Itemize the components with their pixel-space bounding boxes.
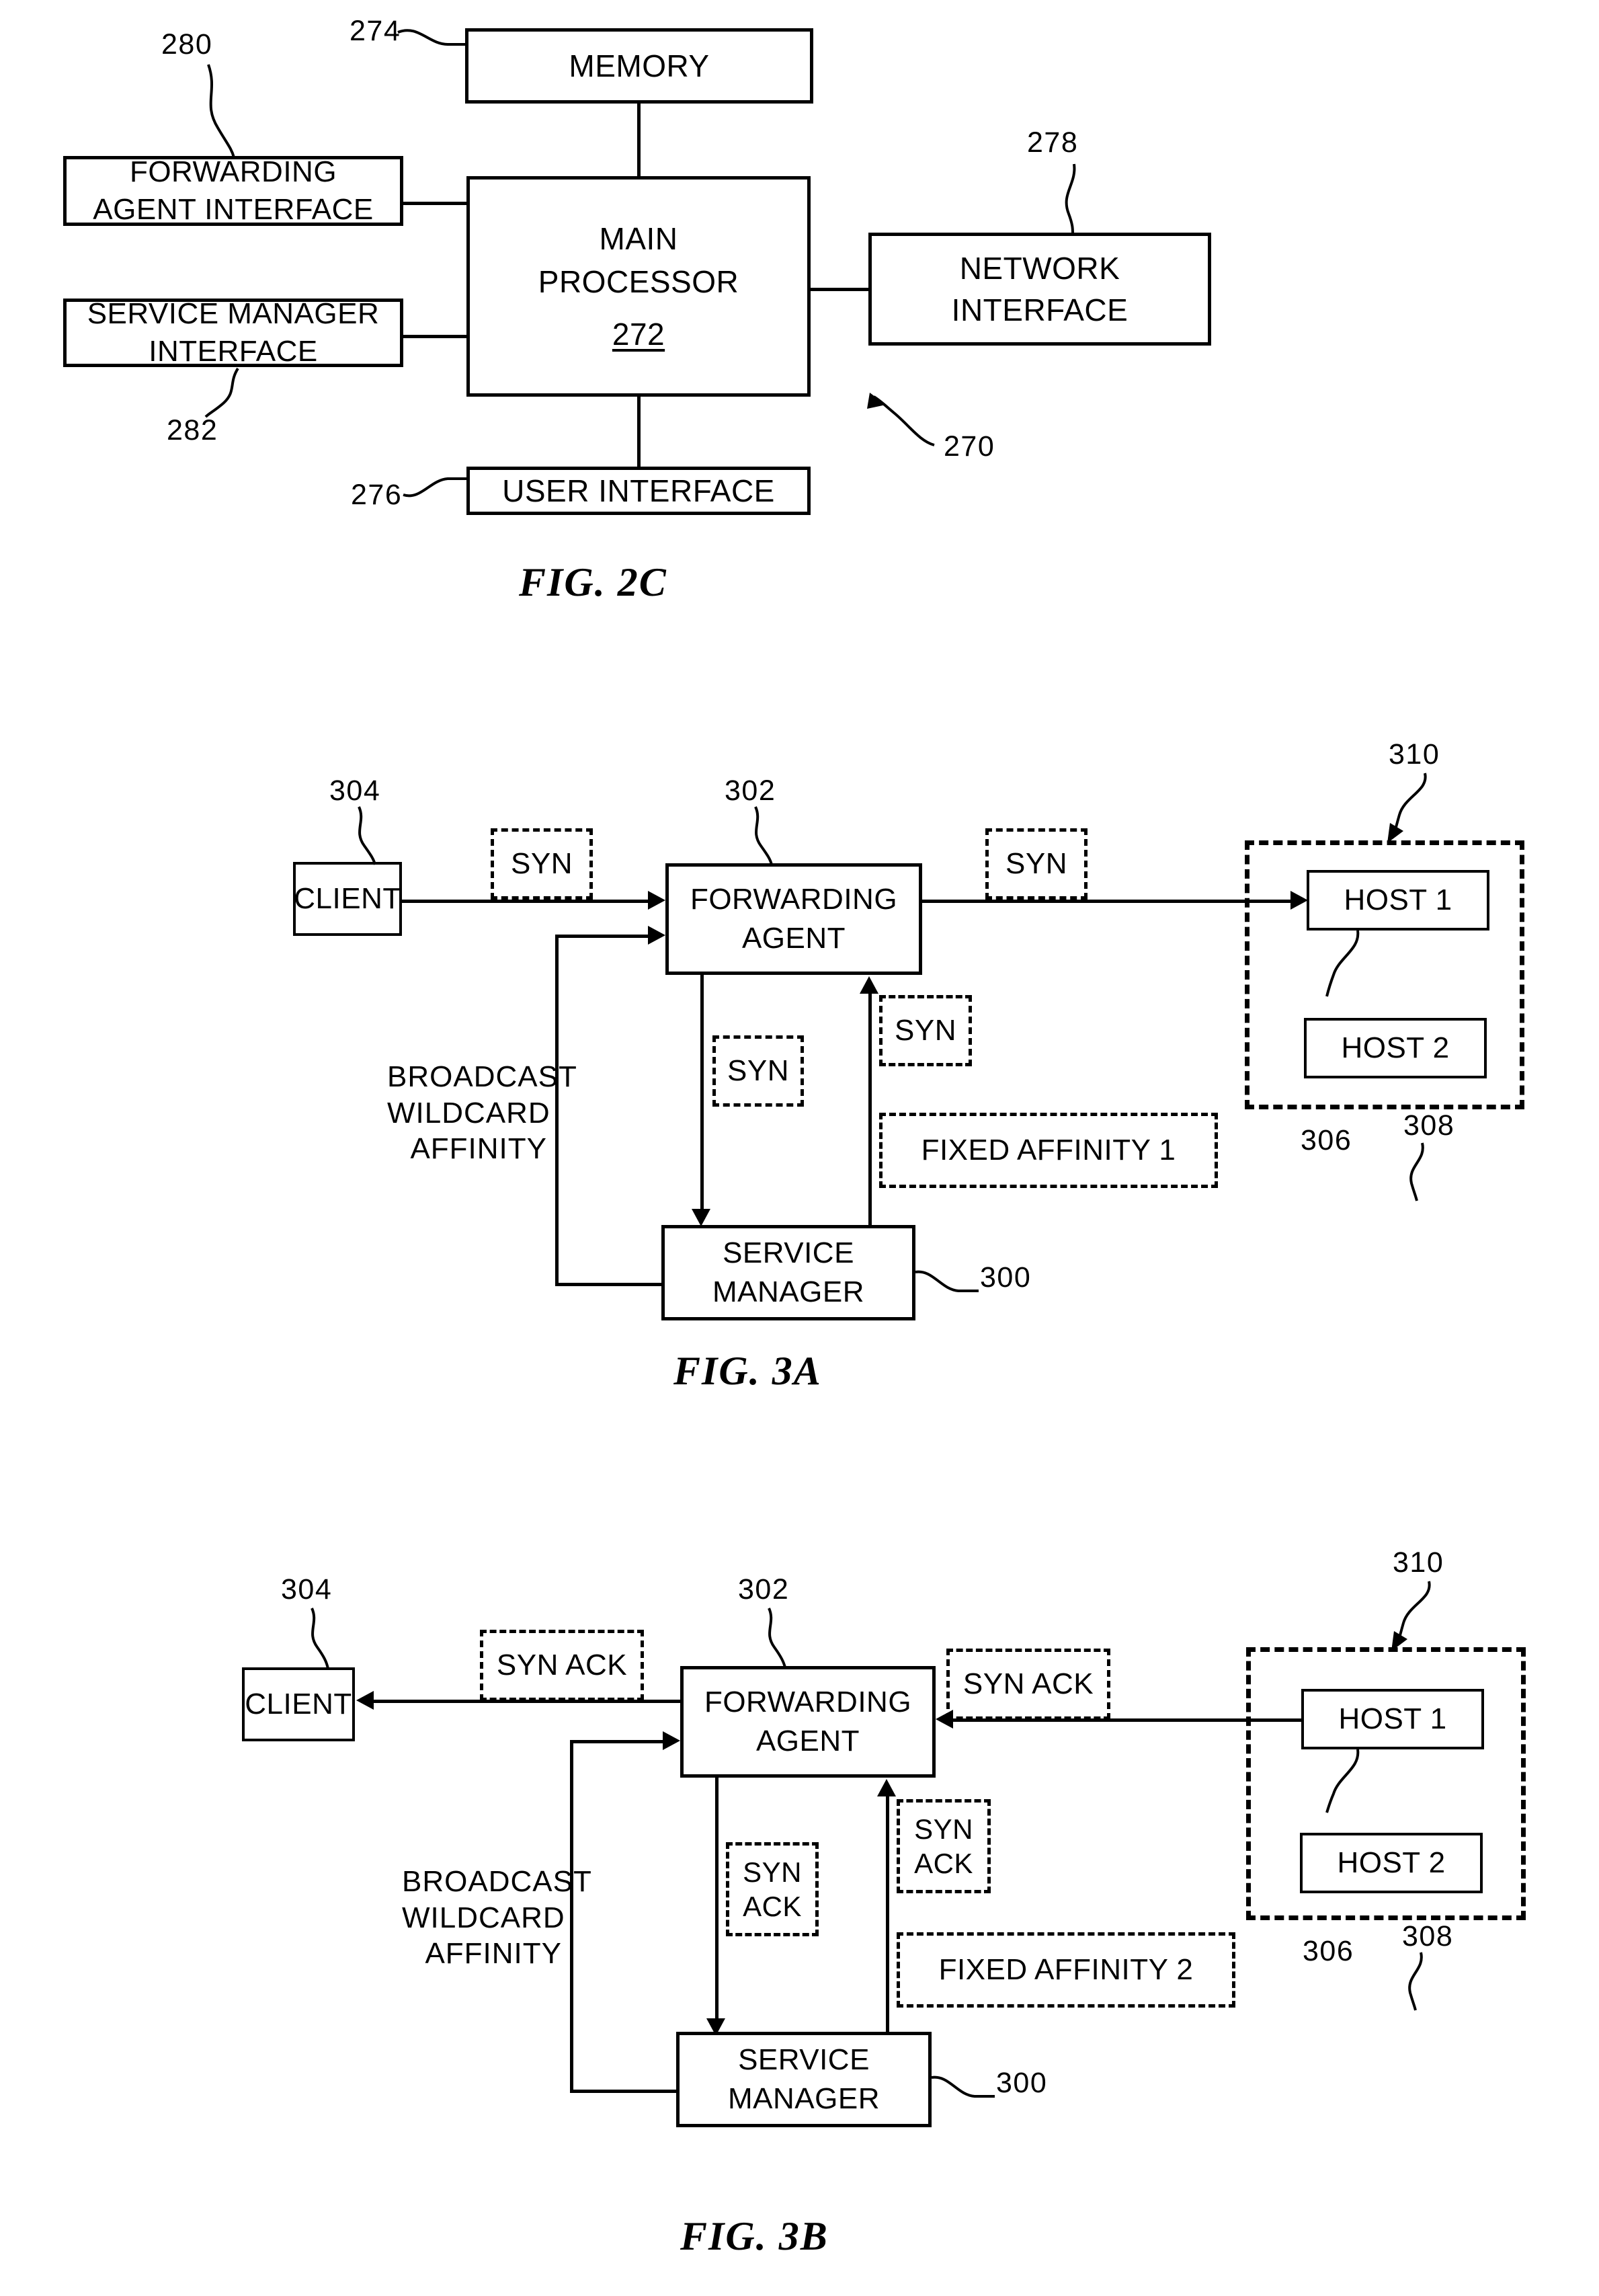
service-manager-box-3b: SERVICE MANAGER bbox=[676, 2032, 932, 2127]
packet-synack-host-to-agent-3b: SYN ACK bbox=[946, 1649, 1110, 1720]
bwa-line3-3b: AFFINITY bbox=[425, 1937, 562, 1971]
forwarding-agent-box-3b: FORWARDING AGENT bbox=[680, 1666, 936, 1778]
ref-310-3b: 310 bbox=[1393, 1546, 1444, 1579]
agent-to-client-arrowhead-3b bbox=[356, 1691, 374, 1710]
packet-synack-3b-3-line1: SYN bbox=[743, 1856, 802, 1888]
forwarding-agent-label-3b-line2: AGENT bbox=[755, 1725, 860, 1757]
packet-synack-3b-4-line1: SYN bbox=[914, 1813, 973, 1845]
bwa-bottom-line-3b bbox=[570, 2090, 679, 2093]
bwa-top-line-3b bbox=[570, 1740, 664, 1743]
fixed-affinity-label-3b: FIXED AFFINITY 2 bbox=[938, 1953, 1194, 1987]
manager-to-agent-arrowhead-3b bbox=[877, 1779, 896, 1796]
packet-synack-agent-to-client-3b: SYN ACK bbox=[480, 1630, 644, 1701]
ref-300-3b: 300 bbox=[996, 2067, 1048, 2099]
packet-synack-label-3b-1: SYN ACK bbox=[496, 1649, 628, 1682]
host1-box-3b: HOST 1 bbox=[1301, 1689, 1484, 1749]
forwarding-agent-label-3b-line1: FORWARDING bbox=[704, 1686, 912, 1719]
service-manager-label-3b-line1: SERVICE bbox=[738, 2043, 870, 2077]
figure-3b-caption: FIG. 3B bbox=[680, 2214, 829, 2258]
service-manager-label-3b-line2: MANAGER bbox=[728, 2082, 880, 2115]
packet-synack-agent-to-manager-3b: SYN ACK bbox=[726, 1842, 819, 1936]
leader-300-3b bbox=[931, 2075, 995, 2098]
leader-306-3b bbox=[1325, 1749, 1360, 1813]
figure-3b: CLIENT 304 SYN ACK FORWARDING AGENT 302 … bbox=[0, 0, 1599, 2296]
host-to-agent-arrowhead-3b bbox=[936, 1710, 953, 1729]
packet-synack-label-3b-2: SYN ACK bbox=[962, 1667, 1094, 1701]
ref-306-3b: 306 bbox=[1303, 1935, 1354, 1967]
fixed-affinity-box-3b: FIXED AFFINITY 2 bbox=[897, 1932, 1235, 2008]
client-box-3b: CLIENT bbox=[242, 1667, 355, 1741]
broadcast-wildcard-affinity-label-3b: BROADCAST WILDCARD AFFINITY bbox=[402, 1864, 592, 1972]
packet-synack-manager-to-agent-3b: SYN ACK bbox=[897, 1799, 991, 1893]
agent-to-client-line-3b bbox=[374, 1700, 683, 1703]
host2-label-3b: HOST 2 bbox=[1337, 1846, 1446, 1880]
leader-302-3b bbox=[768, 1608, 786, 1668]
manager-to-agent-line-3b bbox=[886, 1796, 889, 2036]
bwa-vertical-line-3b bbox=[570, 1740, 573, 2092]
leader-304-3b bbox=[311, 1608, 329, 1669]
ref-302-3b: 302 bbox=[738, 1573, 790, 1606]
ref-308-3b: 308 bbox=[1402, 1920, 1454, 1952]
client-label-3b: CLIENT bbox=[245, 1688, 352, 1721]
packet-synack-3b-4-line2: ACK bbox=[914, 1848, 973, 1879]
host1-label-3b: HOST 1 bbox=[1338, 1702, 1447, 1736]
packet-synack-3b-3-line2: ACK bbox=[743, 1891, 802, 1922]
ref-304-3b: 304 bbox=[281, 1573, 333, 1606]
bwa-line2-3b: WILDCARD bbox=[402, 1901, 565, 1934]
host2-box-3b: HOST 2 bbox=[1300, 1833, 1483, 1893]
bwa-arrowhead-3b bbox=[663, 1731, 680, 1750]
leader-308-3b bbox=[1408, 1952, 1423, 2011]
agent-to-manager-line-3b bbox=[715, 1778, 719, 2029]
bwa-line1-3b: BROADCAST bbox=[402, 1865, 592, 1898]
leader-310-3b bbox=[1391, 1581, 1431, 1651]
